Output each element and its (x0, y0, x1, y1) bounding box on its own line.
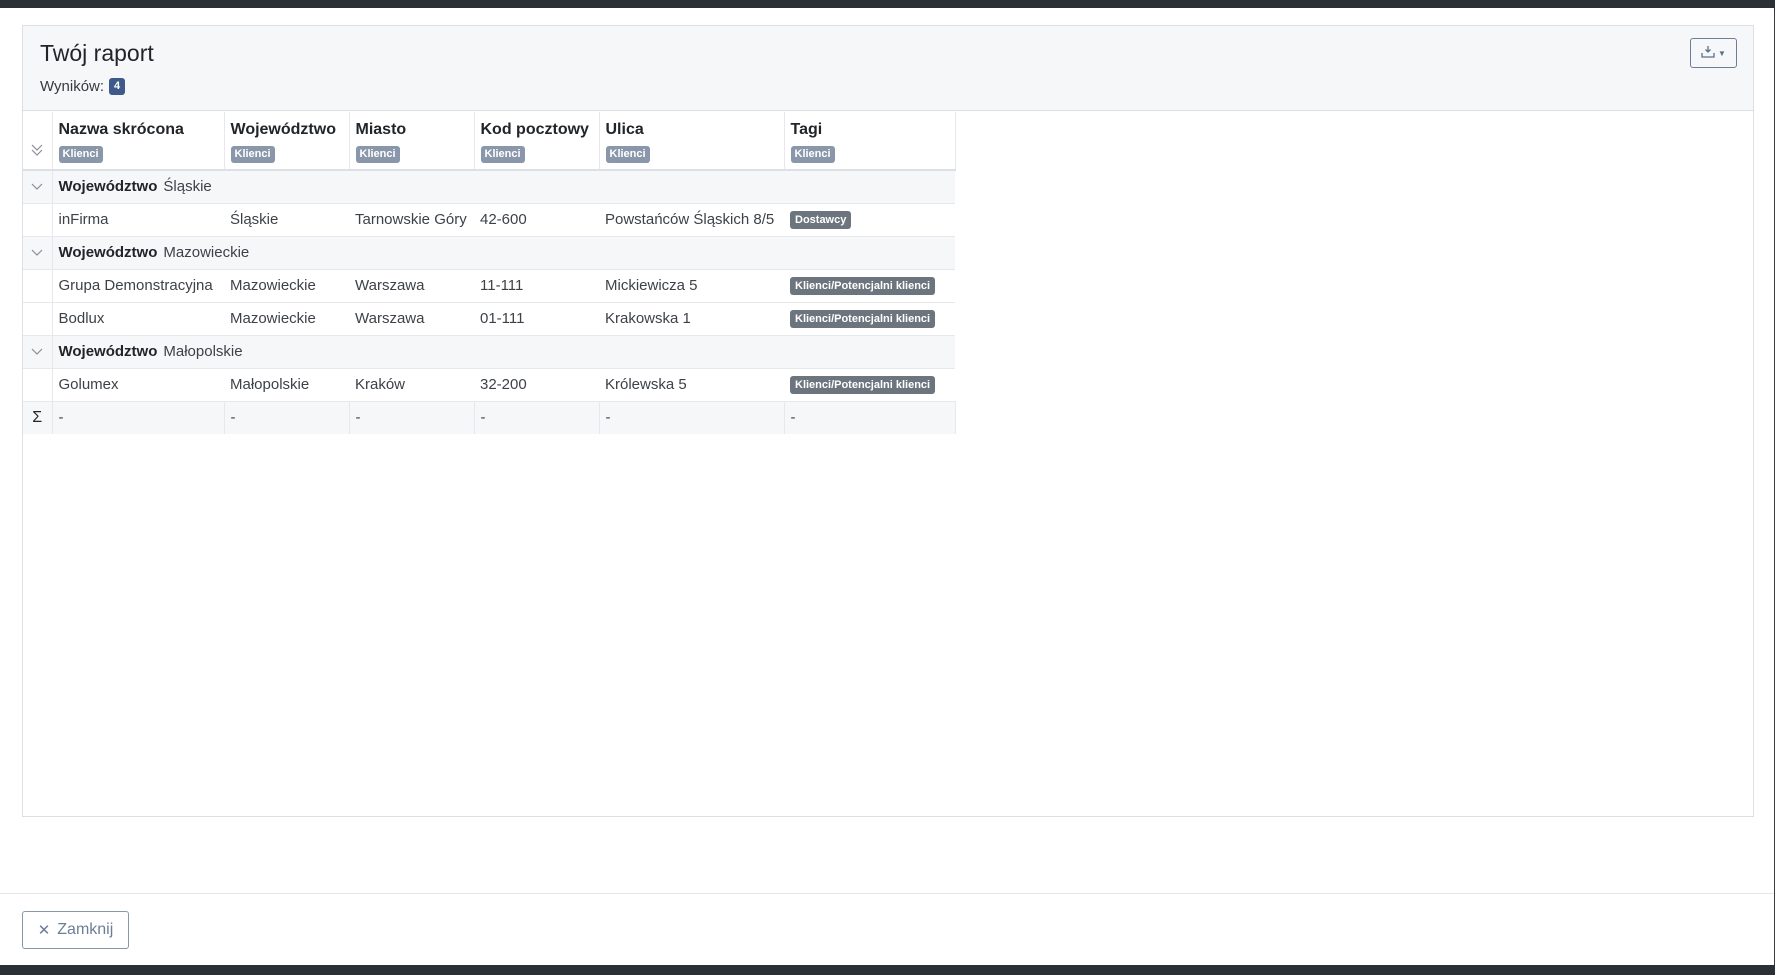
cell-nazwa: Golumex (52, 368, 224, 402)
group-key: Województwo (58, 343, 158, 360)
group-row[interactable]: Województwo Mazowieckie (23, 236, 955, 270)
group-row[interactable]: Województwo Śląskie (23, 170, 955, 204)
table-row[interactable]: Golumex Małopolskie Kraków 32-200 Królew… (23, 368, 955, 402)
table-row[interactable]: Grupa Demonstracyjna Mazowieckie Warszaw… (23, 269, 955, 303)
group-value: Śląskie (163, 178, 212, 196)
tag-badge: Klienci/Potencjalni klienci (790, 277, 936, 295)
summary-cell: - (474, 401, 600, 434)
cell-miasto: Warszawa (349, 269, 474, 303)
column-header-tagi[interactable]: Tagi Klienci (784, 112, 956, 171)
cell-miasto: Warszawa (349, 302, 474, 336)
column-title: Województwo (230, 120, 336, 138)
results-count: Wyników: 4 (40, 78, 126, 95)
group-label: Województwo Mazowieckie (52, 236, 955, 270)
cell-ulica: Powstańców Śląskich 8/5 (599, 203, 784, 237)
column-source-badge: Klienci (605, 145, 650, 163)
column-header-kod-pocztowy[interactable]: Kod pocztowy Klienci (474, 112, 600, 171)
cell-kod: 32-200 (474, 368, 599, 402)
row-spacer (23, 203, 53, 237)
summary-cell: - (224, 401, 350, 434)
cell-kod: 42-600 (474, 203, 599, 237)
column-source-badge: Klienci (480, 145, 525, 163)
export-dropdown-button[interactable]: ▼ (1690, 38, 1737, 68)
group-value: Małopolskie (163, 343, 243, 360)
double-chevron-down-icon (31, 144, 43, 169)
summary-cell: - (52, 401, 225, 434)
cell-tagi: Klienci/Potencjalni klienci (784, 302, 955, 336)
summary-cell: - (599, 401, 785, 434)
summary-row: Σ - - - - - - (23, 401, 956, 434)
table-header-row: Nazwa skrócona Klienci Województwo Klien… (23, 112, 956, 171)
cell-nazwa: inFirma (52, 203, 224, 237)
group-toggle[interactable] (23, 170, 53, 204)
column-title: Nazwa skrócona (58, 120, 184, 138)
table-row[interactable]: inFirma Śląskie Tarnowskie Góry 42-600 P… (23, 203, 955, 237)
cell-miasto: Tarnowskie Góry (349, 203, 474, 237)
column-header-wojewodztwo[interactable]: Województwo Klienci (224, 112, 350, 171)
caret-down-icon: ▼ (1718, 48, 1726, 58)
close-button-label: Zamknij (57, 921, 114, 938)
cell-wojewodztwo: Mazowieckie (224, 302, 349, 336)
tag-badge: Klienci/Potencjalni klienci (790, 310, 936, 328)
cell-tagi: Dostawcy (784, 203, 955, 237)
column-title: Ulica (605, 120, 644, 138)
summary-cell: - (349, 401, 475, 434)
report-card: Twój raport Wyników: 4 ▼ Nazwa skrócona … (22, 25, 1754, 817)
group-key: Województwo (58, 244, 158, 261)
table-row[interactable]: Bodlux Mazowieckie Warszawa 01-111 Krako… (23, 302, 955, 336)
group-key: Województwo (58, 178, 158, 196)
column-source-badge: Klienci (355, 145, 400, 163)
summary-cell: - (784, 401, 956, 434)
chevron-down-icon (31, 180, 43, 194)
cell-ulica: Krakowska 1 (599, 302, 784, 336)
column-title: Kod pocztowy (480, 120, 589, 138)
column-source-badge: Klienci (790, 145, 835, 163)
results-count-badge: 4 (109, 78, 126, 95)
download-printer-icon (1701, 45, 1715, 61)
results-label: Wyników: (40, 78, 105, 95)
cell-wojewodztwo: Małopolskie (224, 368, 349, 402)
tag-badge: Dostawcy (790, 211, 852, 229)
row-spacer (23, 269, 53, 303)
cell-wojewodztwo: Mazowieckie (224, 269, 349, 303)
cell-ulica: Mickiewicza 5 (599, 269, 784, 303)
column-title: Tagi (790, 120, 823, 138)
report-table: Nazwa skrócona Klienci Województwo Klien… (23, 112, 956, 434)
cell-kod: 11-111 (474, 269, 599, 303)
collapse-all-control[interactable] (23, 112, 53, 171)
group-value: Mazowieckie (163, 244, 250, 261)
column-header-miasto[interactable]: Miasto Klienci (349, 112, 475, 171)
cell-nazwa: Grupa Demonstracyjna (52, 269, 224, 303)
row-spacer (23, 368, 53, 402)
tag-badge: Klienci/Potencjalni klienci (790, 376, 936, 394)
cell-tagi: Klienci/Potencjalni klienci (784, 368, 955, 402)
close-button[interactable]: ✕ Zamknij (22, 911, 129, 949)
chevron-down-icon (31, 345, 43, 359)
column-header-ulica[interactable]: Ulica Klienci (599, 112, 785, 171)
column-header-nazwa[interactable]: Nazwa skrócona Klienci (52, 112, 225, 171)
group-label: Województwo Śląskie (52, 170, 955, 204)
group-row[interactable]: Województwo Małopolskie (23, 335, 955, 369)
cell-tagi: Klienci/Potencjalni klienci (784, 269, 955, 303)
group-toggle[interactable] (23, 335, 53, 369)
row-spacer (23, 302, 53, 336)
group-label: Województwo Małopolskie (52, 335, 955, 369)
cell-miasto: Kraków (349, 368, 474, 402)
column-title: Miasto (355, 120, 407, 138)
cell-wojewodztwo: Śląskie (224, 203, 349, 237)
group-toggle[interactable] (23, 236, 53, 270)
chevron-down-icon (31, 246, 43, 260)
report-modal: Twój raport Wyników: 4 ▼ Nazwa skrócona … (0, 8, 1774, 965)
footer-divider (0, 893, 1774, 894)
cell-ulica: Królewska 5 (599, 368, 784, 402)
backdrop (0, 964, 1775, 975)
close-icon: ✕ (37, 922, 51, 939)
cell-kod: 01-111 (474, 302, 599, 336)
report-title: Twój raport (40, 40, 154, 66)
sigma-icon: Σ (23, 401, 53, 434)
column-source-badge: Klienci (230, 145, 275, 163)
report-header: Twój raport Wyników: 4 ▼ (23, 26, 1753, 111)
cell-nazwa: Bodlux (52, 302, 224, 336)
column-source-badge: Klienci (58, 145, 103, 163)
